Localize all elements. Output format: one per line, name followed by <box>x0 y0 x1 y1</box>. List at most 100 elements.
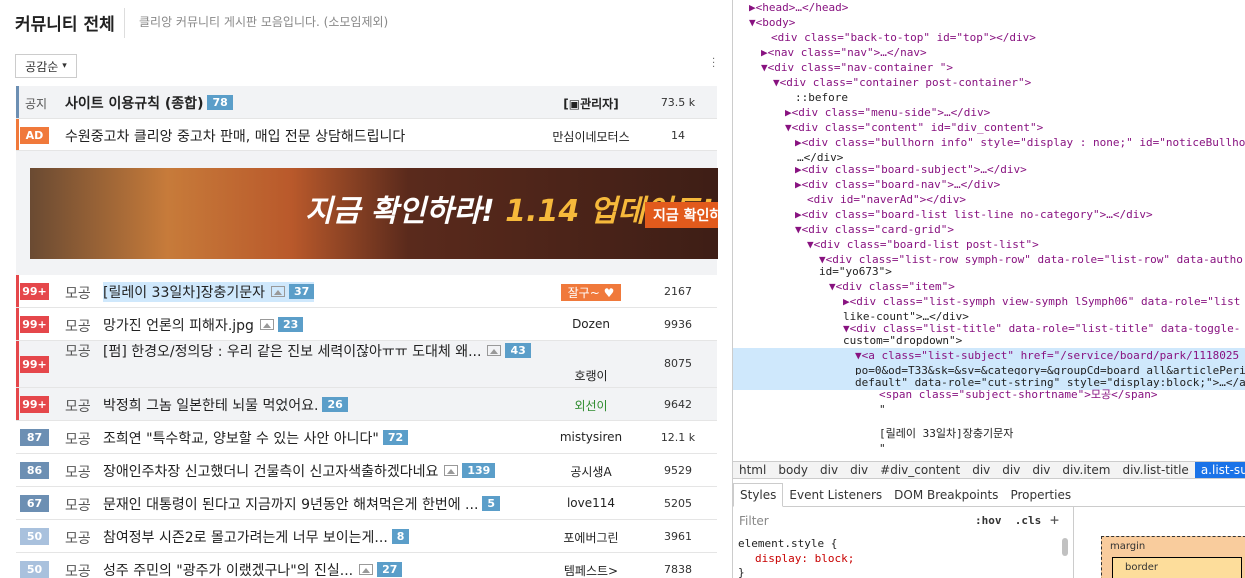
post-hits: 2167 <box>664 285 692 298</box>
dom-node[interactable]: id="yo673"> <box>733 264 1245 279</box>
breadcrumb-item[interactable]: body <box>772 462 814 478</box>
new-rule-button[interactable]: + <box>1050 511 1059 529</box>
breadcrumb-item[interactable]: div <box>966 462 996 478</box>
dom-node[interactable]: ▶<div class="menu-side">…</div> <box>733 105 1245 120</box>
ad-row[interactable]: AD 수원중고차 클리앙 중고차 판매, 매입 전문 상담해드립니다 만심이네모… <box>16 119 717 151</box>
update-banner[interactable]: 지금 확인하라! 1.14 업데이트! 지금 확인하 <box>30 168 718 259</box>
dom-node[interactable]: ▼<div class="item"> <box>733 279 1245 294</box>
notice-title[interactable]: 사이트 이용규칙 (종합) 78 <box>65 93 233 113</box>
style-selector: element.style { <box>738 537 838 550</box>
dom-node[interactable]: ▶<nav class="nav">…</nav> <box>733 45 1245 60</box>
dom-node[interactable]: ▼<div class="nav-container "> <box>733 60 1245 75</box>
post-title[interactable]: 조희연 "특수학교, 양보할 수 있는 사안 아니다" 72 <box>103 428 409 448</box>
post-author[interactable]: 포에버그린 <box>536 529 646 546</box>
post-author[interactable]: mistysiren <box>536 430 646 444</box>
post-category[interactable]: 모공 <box>65 462 91 482</box>
breadcrumb-item[interactable]: div <box>996 462 1026 478</box>
styles-scrollbar[interactable] <box>1062 538 1068 556</box>
dom-node[interactable]: " <box>733 402 1245 417</box>
post-title[interactable]: 성주 주민의 "광주가 이랬겠구나"의 진실... 27 <box>103 560 403 578</box>
banner-cta[interactable]: 지금 확인하 <box>645 202 718 228</box>
tab-event-listeners[interactable]: Event Listeners <box>783 484 888 506</box>
list-item[interactable]: 67 모공 문재인 대통령이 된다고 지금까지 9년동안 해쳐먹은게 한번에 ...… <box>16 487 717 520</box>
post-category[interactable]: 모공 <box>65 429 91 449</box>
post-title[interactable]: [릴레이 33일차]장충기문자 37 <box>103 282 315 302</box>
post-author[interactable]: Dozen <box>536 317 646 331</box>
dom-node[interactable]: <div id="naverAd"></div> <box>733 192 1245 207</box>
post-title[interactable]: 박정희 그놈 일본한테 뇌물 먹었어요. 26 <box>103 395 348 415</box>
post-author[interactable]: 외선이 <box>536 397 646 414</box>
dom-node[interactable]: [릴레이 33일차]장충기문자 <box>733 426 1245 441</box>
dom-node[interactable]: ▼<div class="card-grid"> <box>733 222 1245 237</box>
breadcrumb-item[interactable]: div <box>1026 462 1056 478</box>
dom-node[interactable]: ▶<div class="board-nav">…</div> <box>733 177 1245 192</box>
tab-styles[interactable]: Styles <box>733 483 784 507</box>
list-item[interactable]: 99+ 모공 [릴레이 33일차]장충기문자 37 잘구~ ♥ 2167 <box>16 275 717 308</box>
dom-node[interactable]: <div class="back-to-top" id="top"></div> <box>733 30 1245 45</box>
styles-filter-input[interactable]: Filter <box>739 514 769 528</box>
more-options-icon[interactable]: · · · <box>712 55 715 73</box>
rank-badge: 99+ <box>20 396 49 413</box>
dom-node[interactable]: ▼<div class="container post-container"> <box>733 75 1245 90</box>
post-author[interactable]: 공시생A <box>536 463 646 480</box>
breadcrumb-item[interactable]: a.list-subject <box>1194 462 1245 478</box>
box-border-label: border <box>1125 562 1159 573</box>
post-author[interactable]: 호랭이 <box>536 367 646 384</box>
notice-author[interactable]: [▣관리자] <box>536 95 646 112</box>
post-category[interactable]: 모공 <box>65 316 91 336</box>
post-title[interactable]: 문재인 대통령이 된다고 지금까지 9년동안 해쳐먹은게 한번에 ... 5 <box>103 494 501 514</box>
dom-node-text: ▶<div class="list-symph view-symph lSymp… <box>843 295 1241 308</box>
post-category[interactable]: 모공 <box>65 561 91 578</box>
ad-author[interactable]: 만심이네모터스 <box>536 128 646 145</box>
sort-dropdown[interactable]: 공감순 ▾ <box>15 54 77 78</box>
breadcrumb-item[interactable]: div.list-title <box>1116 462 1194 478</box>
dom-node[interactable]: ▶<div class="list-symph view-symph lSymp… <box>733 294 1245 309</box>
breadcrumb-item[interactable]: #div_content <box>874 462 966 478</box>
post-category[interactable]: 모공 <box>65 396 91 416</box>
post-title[interactable]: [펌] 한경오/정의당 : 우리 같은 진보 세력이잖아ㅠㅠ 도대체 왜... 4… <box>103 341 531 361</box>
breadcrumb-item[interactable]: div <box>844 462 874 478</box>
dom-node[interactable]: <span class="subject-shortname">모공</span… <box>733 387 1245 402</box>
selected-dom-node[interactable]: ▼<a class="list-subject" href="/service/… <box>733 348 1245 363</box>
breadcrumb-item[interactable]: html <box>733 462 772 478</box>
row-accent-bar <box>16 86 19 118</box>
style-line: element.style { <box>738 537 837 550</box>
notice-row[interactable]: 공지 사이트 이용규칙 (종합) 78 [▣관리자] 73.5 k <box>16 86 717 119</box>
dom-node[interactable]: ▼<div class="content" id="div_content"> <box>733 120 1245 135</box>
post-category[interactable]: 모공 <box>65 283 91 303</box>
post-author[interactable]: love114 <box>536 496 646 510</box>
post-title[interactable]: 참여정부 시즌2로 몰고가려는게 너무 보이는게... 8 <box>103 527 410 547</box>
dom-node[interactable]: ▶<div class="board-subject">…</div> <box>733 162 1245 177</box>
post-category[interactable]: 모공 <box>65 495 91 515</box>
post-author[interactable]: 템페스트> <box>536 562 646 578</box>
list-item[interactable]: 87 모공 조희연 "특수학교, 양보할 수 있는 사안 아니다" 72 mistysi… <box>16 421 717 454</box>
post-category[interactable]: 모공 <box>65 341 91 361</box>
dom-node[interactable]: " <box>733 441 1245 456</box>
post-author[interactable]: 잘구~ ♥ <box>561 284 621 301</box>
dom-node-text: <div id="naverAd"></div> <box>807 193 966 206</box>
post-category[interactable]: 모공 <box>65 528 91 548</box>
list-item[interactable]: 50 모공 성주 주민의 "광주가 이랬겠구나"의 진실... 27 템페스트> 7838 <box>16 553 717 578</box>
post-title[interactable]: 장애인주차장 신고했더니 건물측이 신고자색출하겠다네요 139 <box>103 461 496 481</box>
breadcrumb-item[interactable]: div <box>814 462 844 478</box>
dom-node[interactable]: ▼<div class="board-list post-list"> <box>733 237 1245 252</box>
hov-toggle[interactable]: :hov .cls <box>975 514 1041 527</box>
post-title[interactable]: 망가진 언론의 피해자.jpg 23 <box>103 315 304 335</box>
style-line[interactable]: display: block; <box>755 552 854 565</box>
dom-node[interactable]: ▶<head>…</head> <box>733 0 1245 15</box>
list-item[interactable]: 86 모공 장애인주차장 신고했더니 건물측이 신고자색출하겠다네요 139 공시생A 9… <box>16 454 717 487</box>
list-item[interactable]: 99+ 모공 [펌] 한경오/정의당 : 우리 같은 진보 세력이잖아ㅠㅠ 도대체 … <box>16 341 717 388</box>
dom-node[interactable]: ▶<div class="bullhorn info" style="displ… <box>733 135 1245 150</box>
dom-node[interactable]: custom="dropdown"> <box>733 333 1245 348</box>
cls-label[interactable]: .cls <box>1015 514 1042 527</box>
dom-node[interactable]: ::before <box>733 90 1245 105</box>
dom-node[interactable]: ▼<body> <box>733 15 1245 30</box>
list-item[interactable]: 50 모공 참여정부 시즌2로 몰고가려는게 너무 보이는게... 8 포에버그린 396… <box>16 520 717 553</box>
dom-node[interactable]: ▶<div class="board-list list-line no-cat… <box>733 207 1245 222</box>
ad-title[interactable]: 수원중고차 클리앙 중고차 판매, 매입 전문 상담해드립니다 <box>65 126 405 146</box>
list-item[interactable]: 99+ 모공 박정희 그놈 일본한테 뇌물 먹었어요. 26 외선이 9642 <box>16 388 717 421</box>
tab-dom-breakpoints[interactable]: DOM Breakpoints <box>888 484 1004 506</box>
tab-properties[interactable]: Properties <box>1004 484 1077 506</box>
list-item[interactable]: 99+ 모공 망가진 언론의 피해자.jpg 23 Dozen 9936 <box>16 308 717 341</box>
breadcrumb-item[interactable]: div.item <box>1056 462 1116 478</box>
